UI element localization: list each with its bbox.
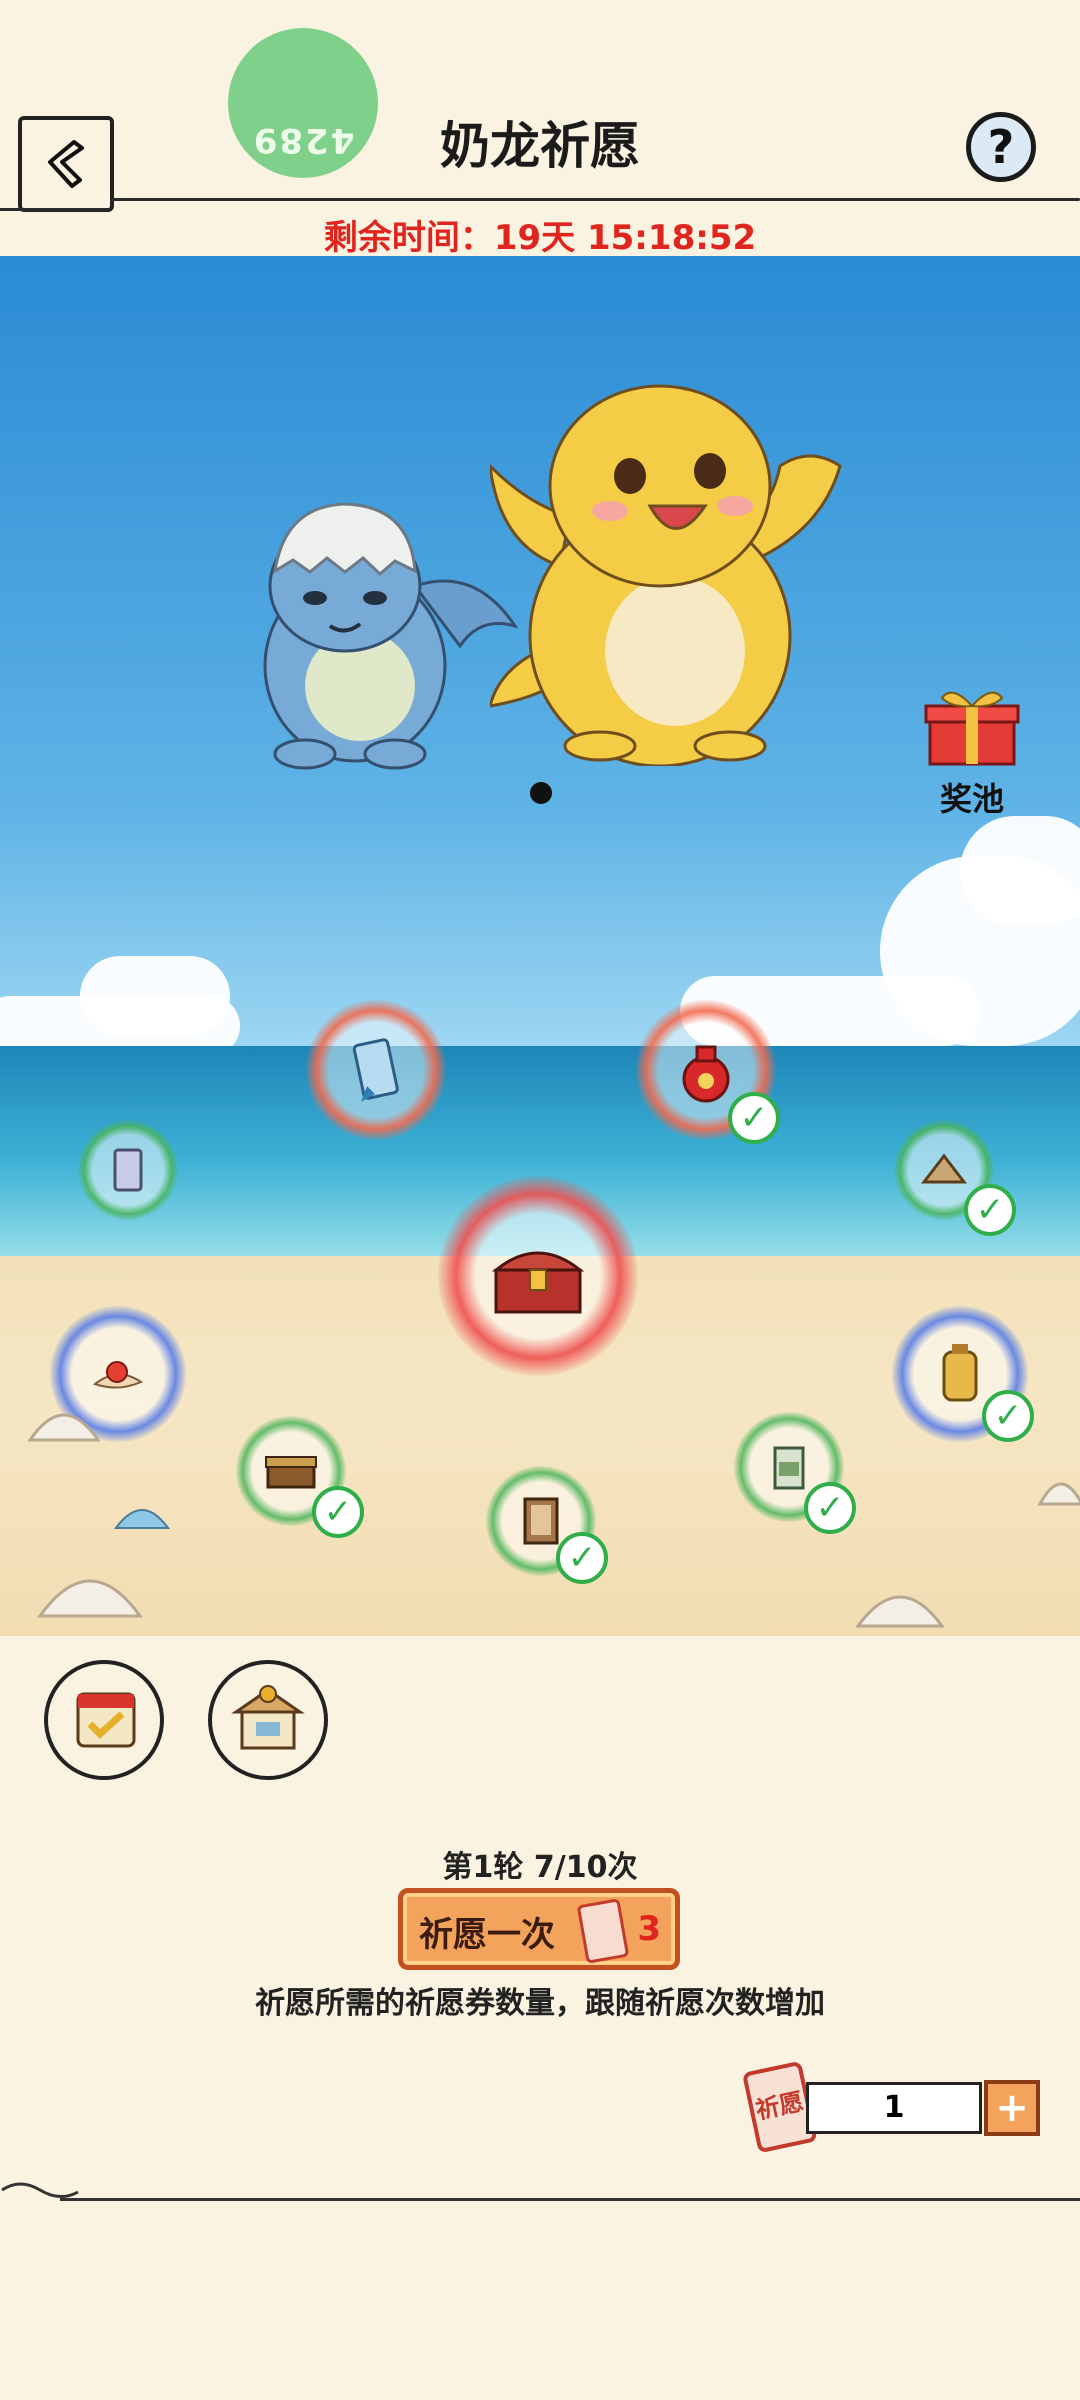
- gift-box-icon: [924, 691, 1020, 766]
- round-progress-text: 第1轮 7/10次: [442, 1850, 638, 1885]
- wish-ticket-icon: [577, 1899, 629, 1963]
- book-node[interactable]: ✓: [486, 1466, 608, 1584]
- seashell-decoration: [1037, 1482, 1080, 1506]
- ticket-quantity-field: 1: [806, 2082, 982, 2134]
- calendar-check-icon: [76, 1692, 136, 1748]
- page-indicator-dot: [530, 782, 552, 804]
- shop-icon: [231, 1685, 305, 1750]
- ticket-icon: [113, 1148, 143, 1192]
- seashell-decoration: [114, 1509, 170, 1529]
- ticket-node[interactable]: [78, 1120, 178, 1220]
- shop-button[interactable]: [208, 1660, 328, 1780]
- money-bag-node[interactable]: ✓: [636, 1000, 780, 1144]
- box-node[interactable]: ✓: [236, 1416, 364, 1538]
- pendant-node[interactable]: [306, 1000, 446, 1140]
- book-icon: [523, 1497, 559, 1545]
- prize-pool-label: 奖池: [939, 780, 1004, 818]
- fan-icon: [920, 1153, 968, 1184]
- lantern-icon: [942, 1344, 978, 1402]
- yellow-dragon-character: [490, 384, 842, 766]
- footer-decoration: [1, 2182, 79, 2198]
- claimed-check-icon: ✓: [964, 1184, 1016, 1236]
- daily-checkin-button[interactable]: [44, 1660, 164, 1780]
- prize-pool-button[interactable]: 奖池: [912, 684, 1032, 820]
- help-button[interactable]: ?: [966, 112, 1036, 182]
- wish-once-button[interactable]: 祈愿一次 3: [398, 1888, 680, 1970]
- remaining-time-text: 剩余时间：19天 15:18:52: [323, 218, 757, 258]
- cloud: [80, 956, 230, 1036]
- claimed-check-icon: ✓: [312, 1486, 364, 1538]
- claimed-check-icon: ✓: [728, 1092, 780, 1144]
- claimed-check-icon: ✓: [556, 1532, 608, 1584]
- wish-scene: 奖池 ✓ ✓ ✓ ✓ ✓ ✓: [0, 256, 1080, 1636]
- treasure-chest-node[interactable]: [438, 1176, 638, 1376]
- orb-icon: [92, 1361, 144, 1389]
- box-icon: [265, 1456, 317, 1489]
- wish-cost-count: 3: [637, 1909, 661, 1949]
- seashell-decoration: [27, 1413, 101, 1442]
- lantern-node[interactable]: ✓: [892, 1306, 1034, 1442]
- treasure-chest-icon: [491, 1251, 585, 1314]
- money-bag-icon: [682, 1045, 730, 1103]
- wish-once-label: 祈愿一次: [419, 1915, 555, 1955]
- status-area: [0, 0, 1080, 88]
- fan-node[interactable]: ✓: [894, 1120, 1016, 1236]
- wish-cost-info-text: 祈愿所需的祈愿券数量，跟随祈愿次数增加: [255, 1986, 825, 2021]
- pendant-icon: [352, 1038, 399, 1102]
- cloud: [960, 816, 1080, 926]
- seashell-decoration: [37, 1579, 143, 1618]
- footer-divider: [60, 2198, 1080, 2201]
- header-bar: 4289 奶龙祈愿 ? 剩余时间：19天 15:18:52: [0, 28, 1080, 258]
- bag-icon: [773, 1446, 805, 1490]
- page-title: 奶龙祈愿: [440, 117, 640, 175]
- bag-node[interactable]: ✓: [734, 1412, 856, 1534]
- seashell-decoration: [855, 1595, 945, 1628]
- claimed-check-icon: ✓: [982, 1390, 1034, 1442]
- header-divider: [110, 198, 1080, 201]
- add-ticket-button[interactable]: +: [984, 2080, 1040, 2136]
- blue-dragon-character: [263, 502, 519, 770]
- claimed-check-icon: ✓: [804, 1482, 856, 1534]
